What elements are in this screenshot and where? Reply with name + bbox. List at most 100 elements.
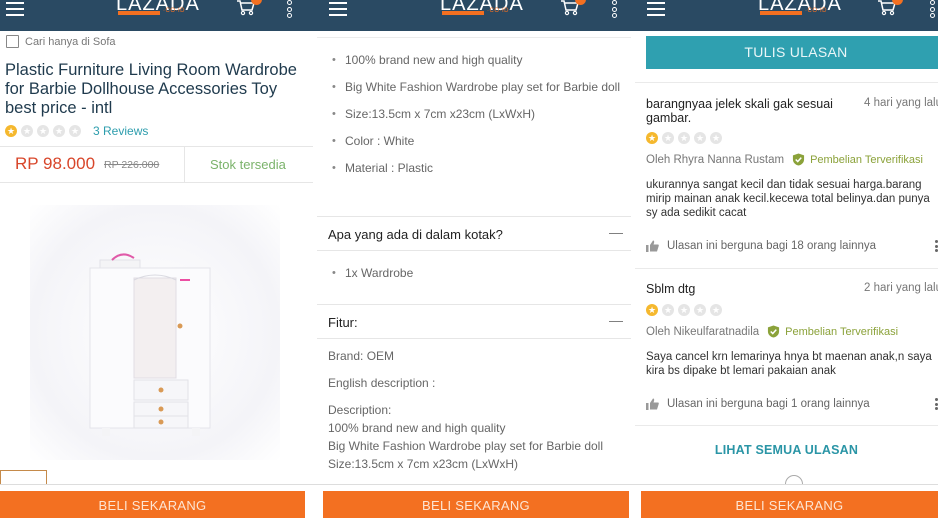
highlight-item: Size:13.5cm x 7cm x23cm (LxWxH): [327, 105, 625, 123]
cart-icon[interactable]: [877, 0, 903, 16]
verified-shield-icon: [792, 153, 805, 166]
star-icon: ★: [694, 132, 706, 144]
verified-purchase-label: Pembelian Terverifikasi: [810, 153, 923, 166]
in-the-box-section-header[interactable]: Apa yang ada di dalam kotak? —: [317, 216, 631, 251]
star-icon: ★: [662, 132, 674, 144]
star-icon: ★: [694, 304, 706, 316]
logo-underline: [442, 11, 484, 15]
star-icon: ★: [678, 132, 690, 144]
feature-line: Size:13.5cm x 7cm x23cm (LxWxH): [328, 457, 519, 471]
see-all-reviews-link[interactable]: LIHAT SEMUA ULASAN: [635, 443, 938, 457]
highlight-item: Material : Plastic: [327, 159, 625, 177]
review-time: 2 hari yang lalu: [864, 282, 938, 294]
star-icon: ★: [710, 304, 722, 316]
product-details-screen: LAZADA ·CO·ID 100% brand new and high qu…: [317, 0, 635, 518]
product-rating: ★ ★ ★ ★ ★ 3 Reviews: [5, 124, 148, 138]
image-thumbnail[interactable]: [0, 470, 47, 484]
reviews-screen: LAZADA ·CO·ID TULIS ULASAN barangnyaa je…: [635, 0, 938, 518]
review-body: ukurannya sangat kecil dan tidak sesuai …: [646, 179, 930, 219]
star-icon: ★: [710, 132, 722, 144]
buy-bar: BELI SEKARANG: [0, 484, 317, 518]
buy-now-button[interactable]: BELI SEKARANG: [0, 491, 305, 518]
highlight-item: 100% brand new and high quality: [327, 51, 625, 69]
review-time: 4 hari yang lalu: [864, 97, 938, 109]
logo-domain: ·CO·ID: [805, 8, 827, 14]
star-icon: ★: [21, 125, 33, 137]
logo-domain: ·CO·ID: [487, 8, 509, 14]
star-icon: ★: [5, 125, 17, 137]
star-icon: ★: [646, 304, 658, 316]
logo-underline: [760, 11, 802, 15]
stock-status: Stok tersedia: [210, 157, 286, 172]
logo-domain: ·CO·ID: [163, 8, 185, 14]
filter-checkbox[interactable]: [6, 35, 19, 48]
buy-bar: BELI SEKARANG: [635, 484, 938, 518]
helpful-button[interactable]: Ulasan ini berguna bagi 18 orang lainnya: [646, 240, 876, 252]
hamburger-icon[interactable]: [647, 2, 665, 16]
write-review-button[interactable]: TULIS ULASAN: [646, 36, 938, 69]
product-overview-screen: LAZADA ·CO·ID Cari hanya di Sofa Plastic…: [0, 0, 317, 518]
divider: [635, 82, 938, 83]
section-title: Apa yang ada di dalam kotak?: [328, 227, 503, 242]
review-rating: ★ ★ ★ ★ ★: [646, 304, 726, 316]
features-section-header[interactable]: Fitur: —: [317, 304, 631, 339]
review-author-row: Oleh Rhyra Nanna Rustam Pembelian Terver…: [646, 153, 923, 166]
in-the-box-list: 1x Wardrobe: [327, 264, 625, 282]
hamburger-icon[interactable]: [329, 2, 347, 16]
box-item: 1x Wardrobe: [327, 264, 625, 282]
more-options-icon[interactable]: [612, 0, 618, 18]
feature-line: English description :: [328, 376, 436, 390]
star-icon: ★: [37, 125, 49, 137]
review-title: Sblm dtg: [646, 282, 696, 296]
filter-label: Cari hanya di Sofa: [25, 35, 116, 48]
product-image[interactable]: [30, 205, 280, 460]
hamburger-icon[interactable]: [6, 2, 24, 16]
app-header: LAZADA ·CO·ID: [0, 0, 317, 31]
buy-now-button[interactable]: BELI SEKARANG: [323, 491, 629, 518]
feature-line: Description:: [328, 403, 392, 417]
verified-purchase-label: Pembelian Terverifikasi: [785, 325, 899, 338]
review-title: barangnyaa jelek skali gak sesuai gambar…: [646, 97, 833, 125]
reviews-link[interactable]: 3 Reviews: [93, 124, 148, 138]
helpful-count: Ulasan ini berguna bagi 1 orang lainnya: [667, 398, 870, 410]
review-body: Saya cancel krn lemarinya hnya bt maenan…: [646, 351, 932, 377]
lazada-logo[interactable]: LAZADA ·CO·ID: [116, 0, 206, 24]
divider: [184, 147, 185, 182]
divider: [317, 37, 631, 38]
helpful-button[interactable]: Ulasan ini berguna bagi 1 orang lainnya: [646, 398, 870, 410]
price-row: RP 98.000 RP 226.000 Stok tersedia: [0, 146, 313, 183]
buy-bar: BELI SEKARANG: [317, 484, 635, 518]
collapse-icon[interactable]: —: [609, 224, 623, 240]
star-icon: ★: [678, 304, 690, 316]
logo-underline: [118, 11, 160, 15]
lazada-logo[interactable]: LAZADA ·CO·ID: [440, 0, 530, 24]
thumbs-up-icon: [646, 240, 659, 252]
current-price: RP 98.000: [15, 154, 96, 173]
divider: [635, 268, 938, 269]
star-icon: ★: [69, 125, 81, 137]
thumbs-up-icon: [646, 398, 659, 410]
app-header: LAZADA ·CO·ID: [317, 0, 635, 31]
collapse-icon[interactable]: —: [609, 312, 623, 328]
original-price: RP 226.000: [104, 159, 160, 171]
review-author: Oleh Rhyra Nanna Rustam: [646, 153, 785, 166]
lazada-logo[interactable]: LAZADA ·CO·ID: [758, 0, 848, 24]
feature-line: Brand: OEM: [328, 349, 395, 363]
more-options-icon[interactable]: [930, 0, 936, 18]
wardrobe-illustration: [89, 253, 211, 436]
cart-icon[interactable]: [236, 0, 262, 16]
helpful-count: Ulasan ini berguna bagi 18 orang lainnya: [667, 240, 877, 252]
more-options-icon[interactable]: [287, 0, 293, 18]
highlight-item: Color : White: [327, 132, 625, 150]
verified-shield-icon: [768, 325, 780, 338]
feature-line: 100% brand new and high quality: [328, 421, 506, 435]
divider: [635, 425, 938, 426]
highlights-list: 100% brand new and high quality Big Whit…: [327, 51, 625, 177]
buy-now-button[interactable]: BELI SEKARANG: [641, 491, 938, 518]
app-header: LAZADA ·CO·ID: [635, 0, 938, 31]
search-filter[interactable]: Cari hanya di Sofa: [6, 35, 116, 48]
product-title: Plastic Furniture Living Room Wardrobe f…: [5, 61, 297, 117]
cart-icon[interactable]: [560, 0, 586, 16]
feature-line: Big White Fashion Wardrobe play set for …: [328, 439, 604, 453]
highlight-item: Big White Fashion Wardrobe play set for …: [327, 78, 625, 96]
